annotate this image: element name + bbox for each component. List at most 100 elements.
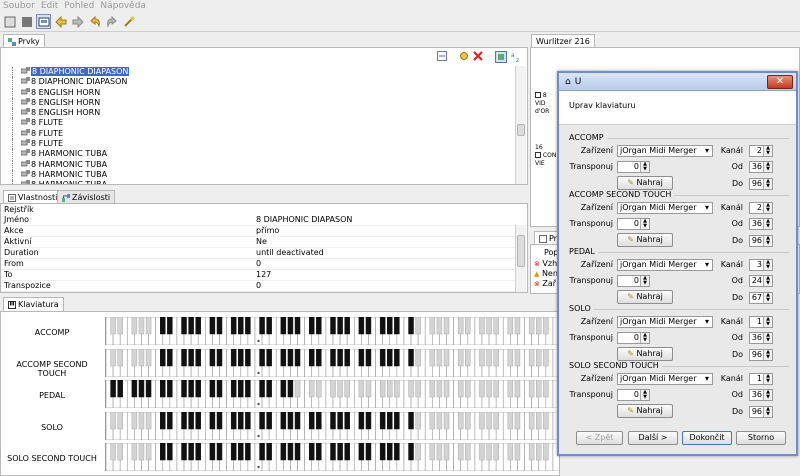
from-spinner[interactable]: 24 ▲ ▼ bbox=[749, 275, 773, 287]
tree-item[interactable]: 8 HARMONIC TUBA bbox=[7, 180, 512, 184]
spinner-arrows-icon[interactable]: ▲ ▼ bbox=[640, 276, 649, 286]
spinner-arrows-icon[interactable]: ▲ ▼ bbox=[763, 219, 772, 229]
new-icon[interactable] bbox=[2, 14, 17, 29]
to-spinner[interactable]: 96 ▲ ▼ bbox=[749, 406, 773, 418]
tree-item[interactable]: 8 HARMONIC TUBA bbox=[7, 169, 512, 181]
property-value[interactable]: 0 bbox=[253, 280, 516, 292]
property-row[interactable]: Velocityunmodified bbox=[1, 291, 516, 292]
from-spinner[interactable]: 36 ▲ ▼ bbox=[749, 218, 773, 230]
property-row[interactable]: Jméno 8 DIAPHONIC DIAPASON bbox=[1, 215, 516, 226]
channel-spinner[interactable]: 2 ▲ ▼ bbox=[749, 202, 773, 214]
property-row[interactable]: Duration until deactivated bbox=[1, 247, 516, 259]
collapse-icon[interactable] bbox=[437, 51, 447, 61]
properties-scrollbar-thumb[interactable] bbox=[517, 235, 525, 267]
back-arrow-icon[interactable] bbox=[53, 14, 68, 29]
property-value[interactable]: unmodified bbox=[253, 291, 516, 292]
piano-keys[interactable] bbox=[105, 317, 559, 345]
channel-spinner[interactable]: 2 ▲ ▼ bbox=[749, 145, 773, 157]
transpose-spinner[interactable]: 0 ▲ ▼ bbox=[617, 389, 650, 401]
to-spinner[interactable]: 96 ▲ ▼ bbox=[749, 349, 773, 361]
spinner-arrows-icon[interactable]: ▲ ▼ bbox=[640, 333, 649, 343]
tree-item[interactable]: 8 FLUTE bbox=[7, 139, 512, 150]
from-spinner[interactable]: 36 ▲ ▼ bbox=[749, 332, 773, 344]
tree-item[interactable]: 8 DIAPHONIC DIAPASON bbox=[7, 77, 512, 88]
spinner-arrows-icon[interactable]: ▲ ▼ bbox=[763, 390, 772, 400]
spinner-arrows-icon[interactable]: ▲ ▼ bbox=[763, 236, 772, 246]
record-button[interactable]: ✎ Nahraj bbox=[617, 176, 673, 190]
menu-napoveda[interactable]: Nápověda bbox=[97, 0, 149, 12]
delete-icon[interactable] bbox=[473, 51, 483, 61]
spinner-arrows-icon[interactable]: ▲ ▼ bbox=[763, 407, 772, 417]
tab-prvky[interactable]: Prvky bbox=[3, 34, 45, 48]
to-spinner[interactable]: 67 ▲ ▼ bbox=[749, 292, 773, 304]
redo-icon[interactable] bbox=[104, 14, 119, 29]
device-select[interactable]: jOrgan Midi Merger bbox=[617, 202, 713, 214]
device-select[interactable]: jOrgan Midi Merger bbox=[617, 145, 713, 157]
transpose-spinner[interactable]: 0 ▲ ▼ bbox=[617, 161, 650, 173]
spinner-arrows-icon[interactable]: ▲ ▼ bbox=[763, 260, 772, 270]
spinner-arrows-icon[interactable]: ▲ ▼ bbox=[640, 219, 649, 229]
property-value[interactable]: 127 bbox=[253, 269, 516, 281]
property-row[interactable]: Transpozice 0 bbox=[1, 280, 516, 292]
tree-scrollbar-thumb[interactable] bbox=[517, 124, 525, 136]
problem-item[interactable]: ▲ Nen bbox=[534, 269, 558, 279]
spinner-arrows-icon[interactable]: ▲ ▼ bbox=[640, 162, 649, 172]
transpose-spinner[interactable]: 0 ▲ ▼ bbox=[617, 275, 650, 287]
record-button[interactable]: ✎ Nahraj bbox=[617, 233, 673, 247]
piano-keys[interactable] bbox=[105, 380, 559, 408]
tree-scrollbar[interactable] bbox=[515, 66, 526, 184]
device-select[interactable]: jOrgan Midi Merger bbox=[617, 373, 713, 385]
record-button[interactable]: ✎ Nahraj bbox=[617, 290, 673, 304]
properties-scrollbar[interactable] bbox=[515, 225, 526, 292]
menu-edit[interactable]: Edit bbox=[38, 0, 61, 12]
property-value[interactable]: until deactivated bbox=[253, 247, 516, 259]
tree-item[interactable]: 8 ENGLISH HORN bbox=[7, 87, 512, 98]
spinner-arrows-icon[interactable]: ▲ ▼ bbox=[763, 317, 772, 327]
property-row[interactable]: Aktivní Ne bbox=[1, 236, 516, 248]
property-value[interactable]: 0 bbox=[253, 258, 516, 270]
console-stop-2[interactable]: 16 CON VIE bbox=[535, 144, 556, 168]
stop-checkbox[interactable] bbox=[535, 152, 541, 158]
tree-item[interactable]: 8 ENGLISH HORN bbox=[7, 97, 512, 109]
tab-vlastnosti[interactable]: Vlastnosti bbox=[3, 190, 63, 204]
dialog-titlebar[interactable]: ⌂ U bbox=[559, 73, 796, 91]
spinner-arrows-icon[interactable]: ▲ ▼ bbox=[763, 276, 772, 286]
tree-item[interactable]: 8 HARMONIC TUBA bbox=[7, 159, 512, 170]
stop-icon[interactable] bbox=[19, 14, 34, 29]
property-row[interactable]: Akce přímo bbox=[1, 225, 516, 237]
property-value[interactable]: 8 DIAPHONIC DIAPASON bbox=[253, 215, 516, 226]
tab-zavislosti[interactable]: Závislosti bbox=[57, 190, 116, 204]
cancel-button[interactable]: Storno bbox=[736, 431, 786, 445]
device-select[interactable]: jOrgan Midi Merger bbox=[617, 316, 713, 328]
record-button[interactable]: ✎ Nahraj bbox=[617, 347, 673, 361]
finish-button[interactable]: Dokončit bbox=[682, 431, 732, 445]
property-row[interactable]: From 0 bbox=[1, 258, 516, 270]
spinner-arrows-icon[interactable]: ▲ ▼ bbox=[763, 203, 772, 213]
transpose-spinner[interactable]: 0 ▲ ▼ bbox=[617, 218, 650, 230]
console-stop-1[interactable]: 8 VID d'OR bbox=[535, 92, 549, 116]
back-button[interactable]: < Zpět bbox=[576, 431, 623, 445]
property-value[interactable]: přímo bbox=[253, 225, 516, 237]
piano-keys[interactable] bbox=[105, 443, 559, 471]
stop-checkbox[interactable] bbox=[535, 92, 541, 98]
spinner-arrows-icon[interactable]: ▲ ▼ bbox=[763, 374, 772, 384]
close-icon[interactable]: ✕ bbox=[767, 75, 793, 89]
tab-klaviatura[interactable]: Klaviatura bbox=[3, 297, 64, 311]
record-button[interactable]: ✎ Nahraj bbox=[617, 404, 673, 418]
to-spinner[interactable]: 96 ▲ ▼ bbox=[749, 178, 773, 190]
problem-item[interactable]: ⊗ Zař bbox=[534, 279, 558, 289]
forward-arrow-icon[interactable] bbox=[70, 14, 85, 29]
spinner-arrows-icon[interactable]: ▲ ▼ bbox=[640, 390, 649, 400]
problem-item[interactable]: ⊗ Vzh bbox=[534, 259, 558, 269]
device-select[interactable]: jOrgan Midi Merger bbox=[617, 259, 713, 271]
channel-spinner[interactable]: 1 ▲ ▼ bbox=[749, 316, 773, 328]
from-spinner[interactable]: 36 ▲ ▼ bbox=[749, 389, 773, 401]
channel-spinner[interactable]: 1 ▲ ▼ bbox=[749, 373, 773, 385]
spinner-arrows-icon[interactable]: ▲ ▼ bbox=[763, 179, 772, 189]
menu-pohled[interactable]: Pohled bbox=[61, 0, 97, 12]
property-value[interactable]: Ne bbox=[253, 236, 516, 248]
add-element-icon[interactable] bbox=[459, 51, 469, 61]
menu-soubor[interactable]: Soubor bbox=[0, 0, 38, 12]
tab-wurlitzer[interactable]: Wurlitzer 216 bbox=[531, 34, 595, 48]
channel-spinner[interactable]: 3 ▲ ▼ bbox=[749, 259, 773, 271]
